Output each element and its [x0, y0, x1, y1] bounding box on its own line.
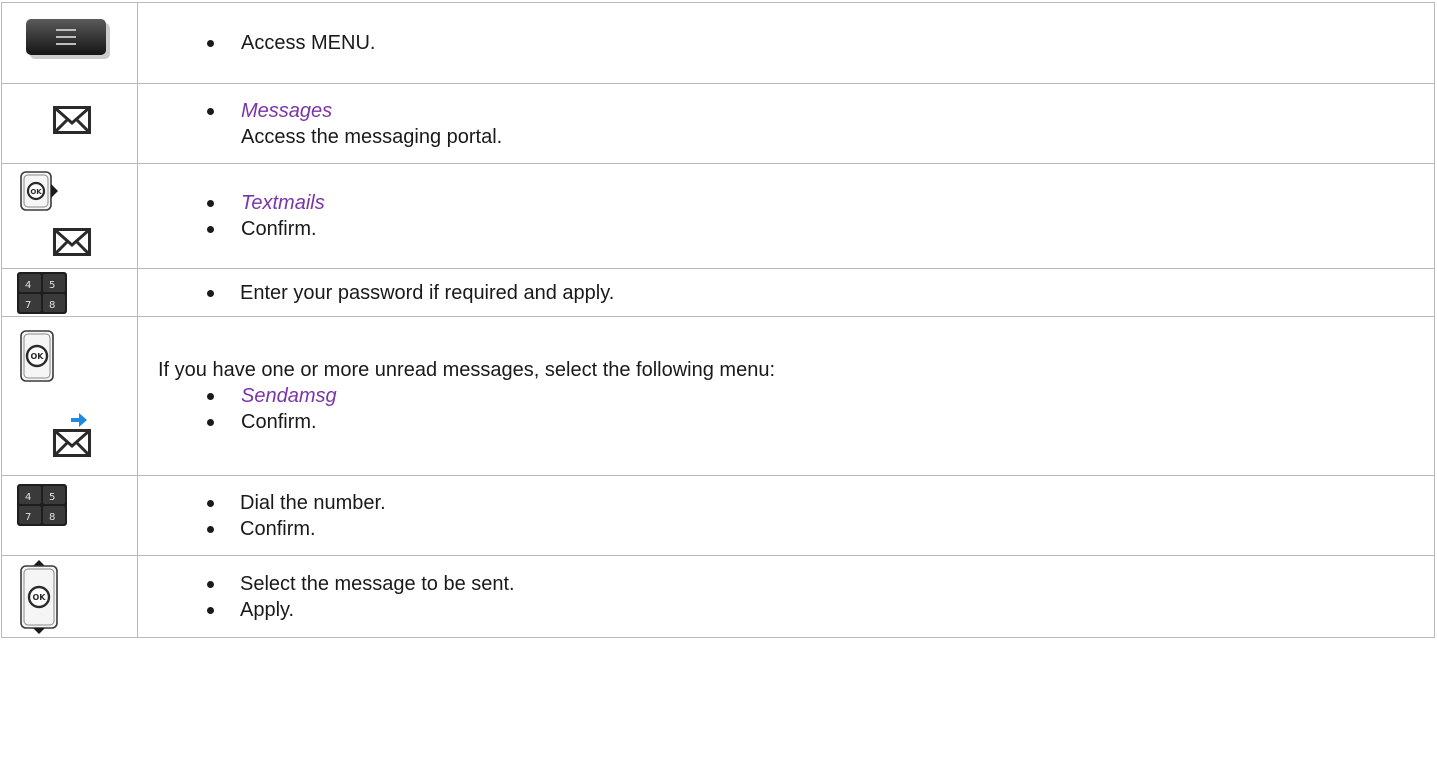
svg-text:OK: OK [31, 352, 45, 361]
list-item: Confirm. [138, 216, 1434, 242]
text-cell: Access MENU. [137, 2, 1435, 84]
svg-text:5: 5 [49, 280, 55, 291]
envelope-send-icon [53, 413, 91, 457]
list-item: Messages Access the messaging portal. [138, 98, 1434, 150]
icon-cell: OK [1, 163, 138, 269]
ok-button-icon: OK [20, 330, 54, 382]
svg-text:8: 8 [49, 300, 55, 311]
text-cell: Select the message to be sent. Apply. [137, 555, 1435, 638]
menu-option-messages: Messages [241, 99, 333, 122]
text-cell: Textmails Confirm. [137, 163, 1435, 269]
list-item: Access MENU. [138, 30, 1434, 56]
text-cell: Enter your password if required and appl… [137, 268, 1435, 317]
ok-right-button-icon: OK [20, 171, 58, 211]
icon-cell: 4 5 7 8 [1, 475, 138, 556]
svg-text:5: 5 [49, 492, 55, 503]
table-row: 4 5 7 8 Enter your password if required … [1, 268, 1435, 317]
list-item: Confirm. [138, 409, 1434, 435]
keypad-icon: 4 5 7 8 [17, 484, 67, 526]
table-row: Messages Access the messaging portal. [1, 83, 1435, 164]
keypad-icon: 4 5 7 8 [17, 272, 67, 314]
table-row: Access MENU. [1, 2, 1435, 84]
table-row: OK If you have one or more unread messag… [1, 316, 1435, 476]
envelope-icon [53, 228, 91, 256]
list-item: Dial the number. [138, 490, 1434, 516]
text-cell: If you have one or more unread messages,… [137, 316, 1435, 476]
text-cell: Messages Access the messaging portal. [137, 83, 1435, 164]
instruction-table: Access MENU. Messages Access the messagi… [1, 2, 1435, 638]
envelope-icon [53, 106, 91, 134]
menu-button-icon [26, 19, 110, 59]
svg-text:8: 8 [49, 512, 55, 523]
table-row: 4 5 7 8 Dial the number. Confirm. [1, 475, 1435, 556]
svg-text:7: 7 [25, 512, 31, 523]
icon-cell [1, 83, 138, 164]
menu-option-textmails: Textmails [241, 192, 325, 214]
icon-cell: OK [1, 316, 138, 476]
svg-text:7: 7 [25, 300, 31, 311]
list-item: Enter your password if required and appl… [138, 280, 1434, 306]
svg-text:4: 4 [25, 280, 31, 291]
intro-text: If you have one or more unread messages,… [158, 359, 776, 381]
svg-text:OK: OK [30, 188, 42, 196]
menu-option-sendamsg: Sendamsg [241, 385, 337, 407]
list-item: Confirm. [138, 516, 1434, 542]
list-item: Textmails [138, 190, 1434, 216]
list-item: Sendamsg [138, 383, 1434, 409]
text-cell: Dial the number. Confirm. [137, 475, 1435, 556]
list-item: Apply. [138, 597, 1434, 623]
svg-text:OK: OK [33, 593, 47, 602]
icon-cell [1, 2, 138, 84]
icon-cell: OK [1, 555, 138, 638]
ok-up-down-button-icon: OK [20, 560, 58, 634]
option-description: Access the messaging portal. [241, 125, 503, 148]
svg-text:4: 4 [25, 492, 31, 503]
table-row: OK Textmails Confirm. [1, 163, 1435, 269]
list-item: Select the message to be sent. [138, 571, 1434, 597]
table-row: OK Select the message to be sent. Apply. [1, 555, 1435, 638]
icon-cell: 4 5 7 8 [1, 268, 138, 317]
